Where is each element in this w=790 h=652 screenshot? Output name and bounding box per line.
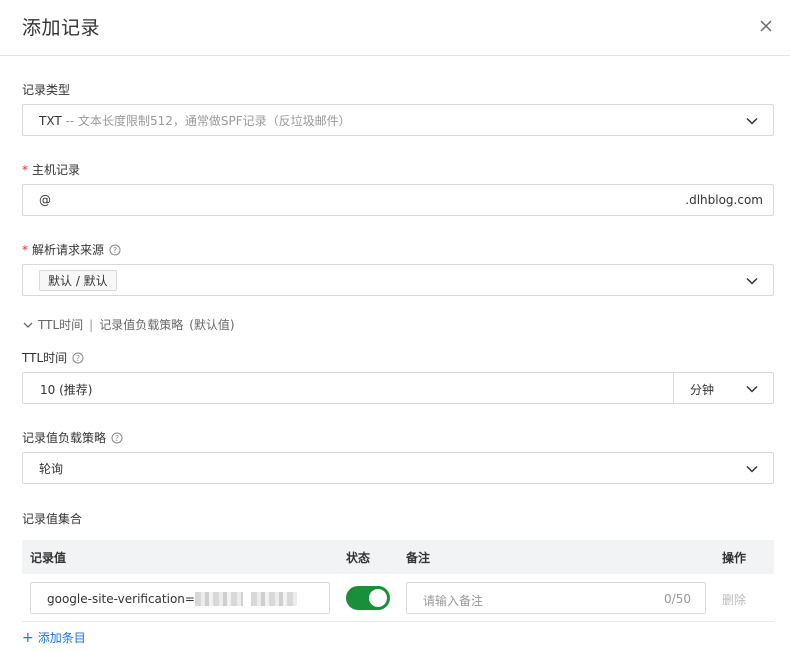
column-header-status: 状态 <box>346 551 371 565</box>
host-record-input[interactable]: @ .dlhblog.com <box>22 184 774 216</box>
redacted-blur <box>251 592 297 606</box>
svg-text:?: ? <box>113 245 117 254</box>
ttl-unit-select[interactable]: 分钟 <box>690 381 714 398</box>
record-type-value: TXT <box>39 113 62 128</box>
record-set-title: 记录值集合 <box>22 512 83 526</box>
load-policy-value: 轮询 <box>39 461 64 476</box>
dialog-header: 添加记录 <box>0 0 790 56</box>
chevron-down-icon <box>23 322 33 328</box>
load-policy-label: 记录值负载策略 ? <box>22 429 123 446</box>
record-value-input[interactable]: google-site-verification= <box>30 582 330 614</box>
chevron-down-icon <box>746 385 758 393</box>
chevron-down-icon <box>746 117 758 125</box>
resolve-source-label: * 解析请求来源 ? <box>22 241 121 258</box>
advanced-settings-toggle[interactable]: TTL时间 | 记录值负载策略 (默认值) <box>22 316 235 333</box>
resolve-source-select[interactable]: 默认 / 默认 <box>22 264 774 296</box>
required-mark: * <box>22 242 28 257</box>
status-toggle[interactable] <box>346 586 390 610</box>
required-mark: * <box>22 162 28 177</box>
add-item-button[interactable]: + 添加条目 <box>22 629 86 646</box>
ttl-input[interactable]: 10 (推荐) <box>40 381 92 398</box>
column-header-action: 操作 <box>722 551 747 565</box>
column-header-value: 记录值 <box>30 551 67 565</box>
ttl-label: TTL时间 ? <box>22 349 84 366</box>
delete-row-button[interactable]: 删除 <box>722 591 746 608</box>
record-type-label: 记录类型 <box>22 83 71 97</box>
svg-text:?: ? <box>76 353 80 362</box>
close-icon[interactable] <box>756 16 776 36</box>
host-record-label: * 主机记录 <box>22 162 81 178</box>
toggle-knob <box>369 589 387 607</box>
dialog-title: 添加记录 <box>22 17 101 39</box>
plus-icon: + <box>22 629 34 646</box>
record-value-text: google-site-verification= <box>47 592 195 606</box>
host-record-value: @ <box>39 193 51 207</box>
record-type-select[interactable]: TXT -- 文本长度限制512，通常做SPF记录（反垃圾邮件） <box>22 104 774 136</box>
help-icon[interactable]: ? <box>111 432 123 444</box>
load-policy-select[interactable]: 轮询 <box>22 452 774 484</box>
ttl-input-group: 10 (推荐) 分钟 <box>22 372 774 404</box>
resolve-source-tag: 默认 / 默认 <box>39 269 117 291</box>
chevron-down-icon <box>746 277 758 285</box>
record-type-description: -- 文本长度限制512，通常做SPF记录（反垃圾邮件） <box>61 113 351 128</box>
note-char-count: 0/50 <box>664 592 691 606</box>
record-table-header: 记录值 状态 备注 操作 <box>22 540 774 574</box>
svg-text:?: ? <box>115 433 119 442</box>
note-input[interactable]: 请输入备注 0/50 <box>406 582 706 614</box>
redacted-blur <box>195 592 243 606</box>
divider <box>673 373 674 403</box>
note-placeholder: 请输入备注 <box>423 594 484 608</box>
column-header-note: 备注 <box>406 551 431 565</box>
chevron-down-icon <box>746 465 758 473</box>
help-icon[interactable]: ? <box>72 352 84 364</box>
help-icon[interactable]: ? <box>109 244 121 256</box>
table-row: google-site-verification= 请输入备注 0/50 删除 <box>22 574 774 622</box>
domain-suffix: .dlhblog.com <box>685 193 763 207</box>
